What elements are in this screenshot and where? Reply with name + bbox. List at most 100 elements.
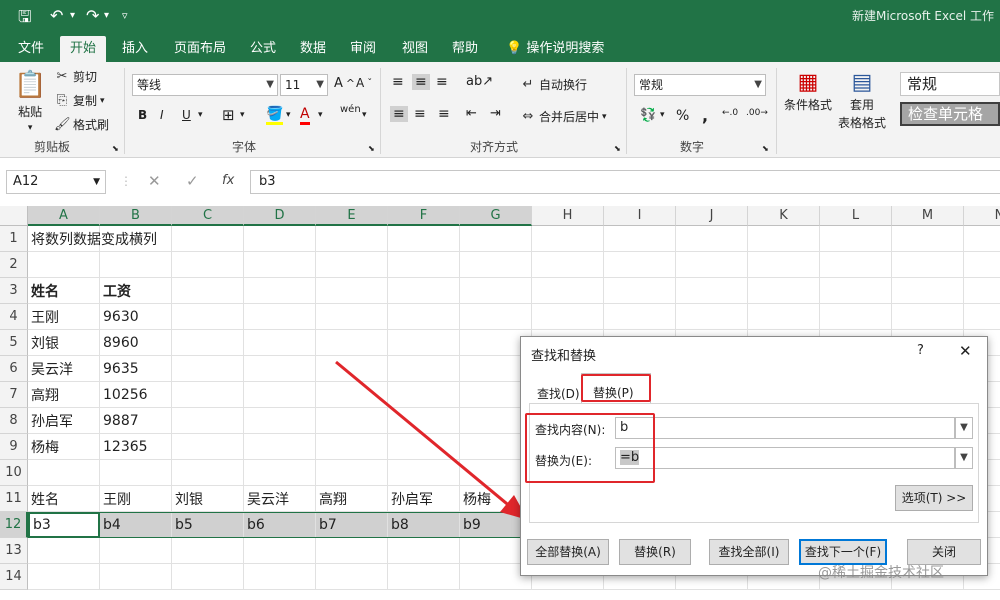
cell[interactable] (388, 278, 460, 304)
align-middle-icon[interactable]: ≡ (412, 74, 430, 90)
cell[interactable]: 姓名 (28, 278, 100, 304)
borders-dropdown-icon[interactable]: ▾ (240, 110, 245, 120)
fill-color-icon[interactable]: 🪣 (266, 106, 284, 125)
column-header[interactable]: F (388, 206, 460, 226)
decrease-indent-icon[interactable]: ⇤ (466, 106, 477, 121)
cell[interactable] (172, 382, 244, 408)
tab-insert[interactable]: 插入 (112, 36, 158, 62)
column-header[interactable]: C (172, 206, 244, 226)
cell[interactable] (460, 226, 532, 252)
replace-button[interactable]: 替换(R) (619, 539, 691, 565)
wrap-text-button[interactable]: ↵ 自动换行 (520, 76, 587, 93)
currency-dropdown-icon[interactable]: ▾ (660, 110, 665, 120)
cell[interactable] (964, 226, 1000, 252)
cell[interactable]: 12365 (100, 434, 172, 460)
cell[interactable] (100, 564, 172, 590)
row-header[interactable]: 5 (0, 330, 28, 356)
alignment-launcher-icon[interactable]: ⬊ (614, 144, 621, 153)
cell[interactable] (676, 252, 748, 278)
column-header[interactable]: H (532, 206, 604, 226)
cell[interactable]: b3 (28, 512, 100, 538)
cell[interactable]: 刘银 (28, 330, 100, 356)
cell[interactable] (388, 304, 460, 330)
tab-find[interactable]: 查找(D) (537, 385, 580, 402)
cell[interactable] (244, 538, 316, 564)
cell[interactable]: b5 (172, 512, 244, 538)
number-launcher-icon[interactable]: ⬊ (762, 144, 769, 153)
underline-button[interactable]: U (182, 108, 191, 122)
font-name-combo[interactable]: 等线 ▼ (132, 74, 278, 96)
row-header[interactable]: 10 (0, 460, 28, 486)
cell[interactable] (172, 564, 244, 590)
conditional-formatting-button[interactable]: ▦ 条件格式 (784, 70, 832, 113)
cell[interactable]: 工资 (100, 278, 172, 304)
redo-icon[interactable]: ↷ (86, 6, 99, 25)
tell-me-search[interactable]: 💡 操作说明搜索 (496, 36, 614, 62)
cell[interactable] (316, 356, 388, 382)
cell[interactable] (388, 226, 460, 252)
cell[interactable] (820, 278, 892, 304)
cell[interactable] (244, 278, 316, 304)
row-header[interactable]: 9 (0, 434, 28, 460)
cell[interactable] (892, 226, 964, 252)
column-header[interactable]: M (892, 206, 964, 226)
cell[interactable] (604, 304, 676, 330)
cell[interactable] (244, 382, 316, 408)
cell[interactable]: 吴云洋 (28, 356, 100, 382)
cell[interactable] (604, 278, 676, 304)
cell[interactable]: 将数列数据变成横列 (28, 226, 157, 252)
cut-button[interactable]: ✂ 剪切 (54, 68, 97, 85)
align-right-icon[interactable]: ≡ (438, 106, 450, 122)
cell[interactable]: 8960 (100, 330, 172, 356)
align-top-icon[interactable]: ≡ (392, 74, 404, 90)
row-header[interactable]: 6 (0, 356, 28, 382)
chevron-down-icon[interactable]: ▼ (955, 417, 973, 439)
clipboard-launcher-icon[interactable]: ⬊ (112, 144, 119, 153)
percent-button[interactable]: % (676, 108, 689, 124)
style-check-cell[interactable]: 检查单元格 (900, 102, 1000, 126)
cell[interactable] (892, 304, 964, 330)
tab-view[interactable]: 视图 (392, 36, 438, 62)
cell[interactable] (244, 356, 316, 382)
align-center-icon[interactable]: ≡ (414, 106, 426, 122)
cell[interactable]: 孙启军 (388, 486, 460, 512)
column-header[interactable]: D (244, 206, 316, 226)
column-header[interactable]: J (676, 206, 748, 226)
cell[interactable] (244, 226, 316, 252)
cell[interactable] (172, 356, 244, 382)
decrease-font-icon[interactable]: Aˇ (356, 76, 372, 90)
cell[interactable] (100, 460, 172, 486)
row-header[interactable]: 4 (0, 304, 28, 330)
cell[interactable] (100, 252, 172, 278)
cell[interactable] (676, 226, 748, 252)
cell[interactable] (172, 408, 244, 434)
font-color-icon[interactable]: A (300, 106, 310, 125)
column-header[interactable]: B (100, 206, 172, 226)
number-format-combo[interactable]: 常规 ▼ (634, 74, 766, 96)
cell[interactable] (388, 330, 460, 356)
merge-center-button[interactable]: ⇔ 合并后居中 ▾ (520, 108, 607, 125)
cell[interactable] (172, 460, 244, 486)
cell[interactable] (316, 434, 388, 460)
column-header[interactable]: I (604, 206, 676, 226)
underline-dropdown-icon[interactable]: ▾ (198, 110, 203, 120)
redo-dropdown-icon[interactable]: ▾ (104, 10, 109, 21)
orientation-icon[interactable]: ab↗ (466, 74, 493, 89)
cell[interactable] (388, 408, 460, 434)
chevron-down-icon[interactable]: ▼ (955, 447, 973, 469)
cell[interactable] (676, 304, 748, 330)
italic-button[interactable]: I (160, 108, 164, 122)
row-header[interactable]: 14 (0, 564, 28, 590)
decrease-decimal-icon[interactable]: .00→ (746, 108, 768, 118)
align-left-icon[interactable]: ≡ (390, 106, 408, 122)
close-icon[interactable]: ✕ (959, 342, 972, 360)
increase-decimal-icon[interactable]: ←.0 (722, 108, 738, 118)
cell[interactable]: 9630 (100, 304, 172, 330)
cell[interactable] (388, 356, 460, 382)
cell[interactable] (820, 304, 892, 330)
column-header[interactable]: K (748, 206, 820, 226)
cell[interactable] (244, 460, 316, 486)
cell[interactable] (460, 278, 532, 304)
cell[interactable]: 孙启军 (28, 408, 100, 434)
row-header[interactable]: 11 (0, 486, 28, 512)
